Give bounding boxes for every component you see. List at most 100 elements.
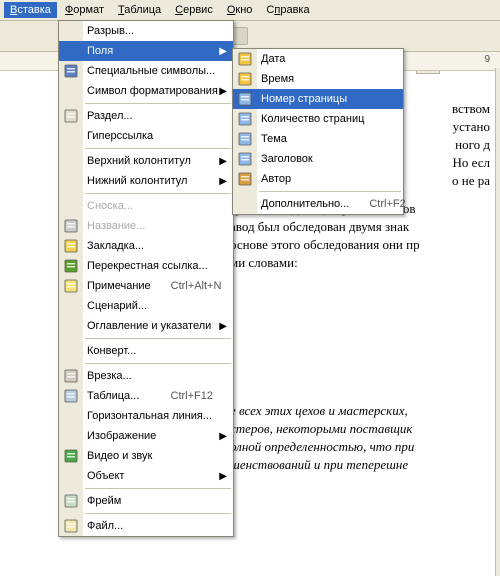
menu-separator <box>85 363 231 364</box>
menubar-item[interactable]: Вставка <box>4 2 57 18</box>
menu-item-label: Изображение <box>87 430 213 442</box>
submenu-arrow-icon: ▶ <box>219 471 227 482</box>
menu-item[interactable]: Таблица... Ctrl+F12 <box>59 386 233 406</box>
submenu-arrow-icon: ▶ <box>219 321 227 332</box>
menu-item[interactable]: Верхний колонтитул▶ <box>59 151 233 171</box>
menu-item[interactable]: Раздел... <box>59 106 233 126</box>
submenu-arrow-icon: ▶ <box>219 176 227 187</box>
menu-item-label: Закладка... <box>87 240 213 252</box>
menu-item[interactable]: Разрыв... <box>59 21 233 41</box>
submenu-arrow-icon: ▶ <box>219 431 227 442</box>
menubar-item[interactable]: Сервис <box>169 2 219 18</box>
menu-item-label: Горизонтальная линия... <box>87 410 213 422</box>
menu-item-label: Конверт... <box>87 345 213 357</box>
menu-item[interactable]: Объект▶ <box>59 466 233 486</box>
menu-item[interactable]: Закладка... <box>59 236 233 256</box>
menu-item-label: Врезка... <box>87 370 213 382</box>
menu-item-label: Сценарий... <box>87 300 213 312</box>
menu-item[interactable]: Оглавление и указатели ▶ <box>59 316 233 336</box>
menu-item-label: Символ форматирования <box>87 85 218 97</box>
menu-separator <box>85 513 231 514</box>
menu-separator <box>259 191 401 192</box>
symbols-icon <box>63 63 79 79</box>
htmlframe-icon <box>63 493 79 509</box>
menu-item-label: Нижний колонтитул <box>87 175 213 187</box>
menu-item-label: Таблица... <box>87 390 151 402</box>
menu-item[interactable]: Фрейм <box>59 491 233 511</box>
menu-item-label: Перекрестная ссылка... <box>87 260 213 272</box>
text-fragment: олной определенностью, что при <box>230 438 490 456</box>
menu-item[interactable]: Тема <box>233 129 403 149</box>
menu-item-label: Раздел... <box>87 110 213 122</box>
menubar: ВставкаФорматТаблицаСервисОкноСправка <box>0 0 500 21</box>
menu-item[interactable]: Конверт... <box>59 341 233 361</box>
menu-item[interactable]: Номер страницы <box>233 89 403 109</box>
menu-item[interactable]: Дополнительно...Ctrl+F2 <box>233 194 403 214</box>
menu-item-label: Примечание <box>87 280 151 292</box>
note-icon <box>63 278 79 294</box>
menu-separator <box>85 338 231 339</box>
menu-shortcut: Ctrl+F12 <box>171 390 214 402</box>
date-icon <box>237 51 253 67</box>
menu-item[interactable]: Время <box>233 69 403 89</box>
menu-item[interactable]: Горизонтальная линия... <box>59 406 233 426</box>
file-icon <box>63 518 79 534</box>
menu-item[interactable]: Перекрестная ссылка... <box>59 256 233 276</box>
table-icon <box>63 388 79 404</box>
menu-separator <box>85 193 231 194</box>
menu-item-label: Заголовок <box>261 153 383 165</box>
menu-item[interactable]: Автор <box>233 169 403 189</box>
subject-icon <box>237 131 253 147</box>
fields-submenu[interactable]: Дата Время Номер страницы Количество страни… <box>232 48 404 215</box>
section-icon <box>63 108 79 124</box>
menu-item[interactable]: Дата <box>233 49 403 69</box>
menu-item[interactable]: Файл... <box>59 516 233 536</box>
menubar-item[interactable]: Таблица <box>112 2 167 18</box>
menu-item-label: Время <box>261 73 383 85</box>
menu-item-label: Видео и звук <box>87 450 213 462</box>
menu-item[interactable]: Изображение ▶ <box>59 426 233 446</box>
menu-separator <box>85 488 231 489</box>
menubar-item[interactable]: Окно <box>221 2 259 18</box>
text-fragment: ми словами: <box>230 254 490 272</box>
menu-item-label: Верхний колонтитул <box>87 155 213 167</box>
menu-item[interactable]: Видео и звук <box>59 446 233 466</box>
menu-item-label: Дополнительно... <box>261 198 349 210</box>
menu-item[interactable]: Врезка... <box>59 366 233 386</box>
menu-item[interactable]: Сценарий... <box>59 296 233 316</box>
menu-item-label: Оглавление и указатели <box>87 320 213 332</box>
menubar-item[interactable]: Справка <box>260 2 315 18</box>
frame-icon <box>63 368 79 384</box>
time-icon <box>237 71 253 87</box>
menu-item[interactable]: Поля▶ <box>59 41 233 61</box>
text-fragment: стеров, некоторыми поставщик <box>230 420 490 438</box>
menu-item-label: Дата <box>261 53 383 65</box>
menu-item: Название... <box>59 216 233 236</box>
pagecount-icon <box>237 111 253 127</box>
menu-item-label: Номер страницы <box>261 93 383 105</box>
menu-item[interactable]: Гиперссылка <box>59 126 233 146</box>
menu-item[interactable]: Количество страниц <box>233 109 403 129</box>
menu-item[interactable]: Заголовок <box>233 149 403 169</box>
text-fragment: авод был обследован двумя знак <box>230 218 490 236</box>
crossref-icon <box>63 258 79 274</box>
caption-icon <box>63 218 79 234</box>
menu-item[interactable]: Символ форматирования▶ <box>59 81 233 101</box>
menu-item-label: Файл... <box>87 520 213 532</box>
menu-item-label: Разрыв... <box>87 25 213 37</box>
menu-item[interactable]: Нижний колонтитул ▶ <box>59 171 233 191</box>
menu-item-label: Сноска... <box>87 200 213 212</box>
menu-item-label: Количество страниц <box>261 113 383 125</box>
text-fragment: шенствований и при теперешне <box>230 456 490 474</box>
menu-item-label: Гиперссылка <box>87 130 213 142</box>
page-edge <box>495 68 500 576</box>
menu-item[interactable]: Специальные символы... <box>59 61 233 81</box>
insert-menu[interactable]: Разрыв...Поля▶Специальные символы...Симв… <box>58 20 234 537</box>
menu-item-label: Поля <box>87 45 213 57</box>
pageno-icon <box>237 91 253 107</box>
menu-item-label: Специальные символы... <box>87 65 215 77</box>
menu-item[interactable]: ПримечаниеCtrl+Alt+N <box>59 276 233 296</box>
menubar-item[interactable]: Формат <box>59 2 110 18</box>
menu-item: Сноска... <box>59 196 233 216</box>
author-icon <box>237 171 253 187</box>
